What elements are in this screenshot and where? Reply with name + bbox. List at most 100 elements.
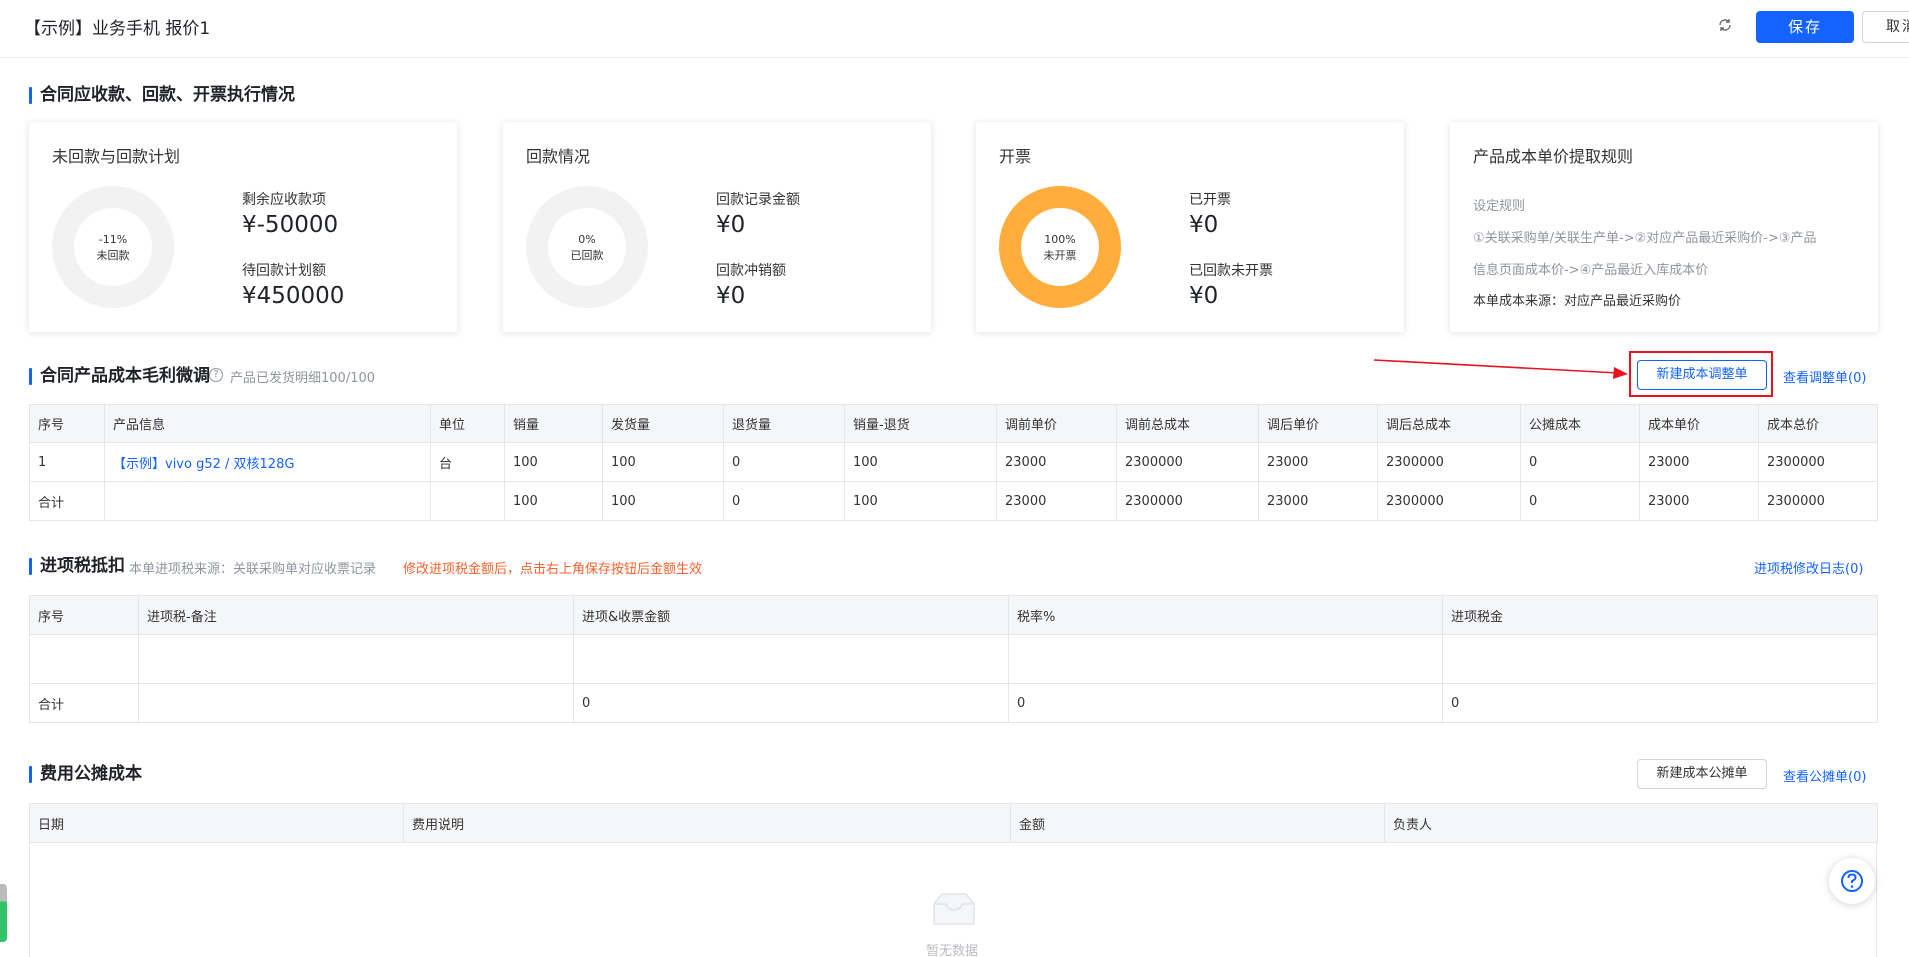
stat-label: 待回款计划额	[242, 263, 326, 279]
table-cell: 100	[504, 442, 603, 482]
donut-label: 未回款	[96, 249, 130, 262]
table-cell: 2300000	[1758, 481, 1878, 521]
column-header: 调前总成本	[1116, 404, 1259, 443]
column-header: 调后单价	[1258, 404, 1378, 443]
stat-label: 已开票	[1189, 192, 1231, 208]
table-header-row: 日期 费用说明 金额 负责人	[29, 803, 1878, 843]
table-cell: 2300000	[1116, 442, 1259, 482]
stat-value: ¥450000	[242, 283, 345, 309]
stat-label: 回款冲销额	[716, 263, 786, 279]
table-cell: 2300000	[1377, 481, 1521, 521]
column-header: 产品信息	[104, 404, 431, 443]
table-cell: 0	[1520, 481, 1640, 521]
table-cell: 23000	[1639, 442, 1759, 482]
stat-value: ¥0	[1189, 212, 1219, 238]
donut-chart: 100% 未开票	[999, 186, 1121, 308]
donut-chart: -11% 未回款	[52, 186, 174, 308]
top-bar: 【示例】业务手机 报价1 保存 取消	[0, 0, 1909, 58]
donut-percent: 100%	[1044, 233, 1076, 246]
card-title: 未回款与回款计划	[52, 147, 181, 166]
donut-chart: 0% 已回款	[526, 186, 648, 308]
column-header: 成本单价	[1639, 404, 1759, 443]
donut-percent: 0%	[578, 233, 596, 246]
table-cell: 0	[723, 442, 845, 482]
table-cell: 23000	[996, 442, 1117, 482]
new-cost-adjustment-button[interactable]: 新建成本调整单	[1637, 360, 1767, 390]
table-cell: 2300000	[1377, 442, 1521, 482]
input-tax-warning: 修改进项税金额后，点击右上角保存按钮后金额生效	[403, 562, 703, 577]
table-total-row: 合计 100 100 0 100 23000 2300000 23000 230…	[29, 481, 1878, 521]
section-title-input-tax: 进项税抵扣	[29, 555, 125, 577]
table-cell: 台	[430, 442, 505, 482]
input-tax-table: 序号 进项税-备注 进项&收票金额 税率% 进项税金 合计 0 0 0	[29, 595, 1878, 723]
table-row: 1 【示例】vivo g52 / 双核128G 台 100 100 0 100 …	[29, 442, 1878, 482]
table-cell: 23000	[1639, 481, 1759, 521]
input-tax-log-link[interactable]: 进项税修改日志(0)	[1754, 558, 1863, 577]
table-cell: 合计	[29, 481, 105, 521]
column-header: 成本总价	[1758, 404, 1878, 443]
section-title-expense-allocation: 费用公摊成本	[29, 763, 142, 785]
table-cell	[430, 481, 505, 521]
save-button[interactable]: 保存	[1756, 11, 1854, 43]
table-cell[interactable]	[138, 634, 574, 684]
table-cell: 100	[844, 481, 997, 521]
table-cell: 0	[1442, 683, 1878, 723]
table-cell: 0	[1520, 442, 1640, 482]
column-header: 序号	[29, 595, 139, 635]
column-header: 进项&收票金额	[573, 595, 1009, 635]
view-allocation-link[interactable]: 查看公摊单(0)	[1783, 766, 1866, 785]
table-cell: 2300000	[1758, 442, 1878, 482]
table-cell[interactable]	[1442, 634, 1878, 684]
column-header: 单位	[430, 404, 505, 443]
view-adjustment-link[interactable]: 查看调整单(0)	[1783, 367, 1866, 386]
column-header: 进项税-备注	[138, 595, 574, 635]
table-cell	[573, 634, 1009, 684]
cancel-button[interactable]: 取消	[1862, 11, 1909, 43]
empty-text: 暂无数据	[926, 944, 979, 957]
stat-value: ¥0	[716, 283, 746, 309]
card-title: 开票	[999, 147, 1032, 166]
table-cell	[1008, 634, 1443, 684]
new-cost-allocation-button[interactable]: 新建成本公摊单	[1637, 759, 1767, 789]
help-float-button[interactable]	[1829, 858, 1875, 904]
column-header: 公摊成本	[1520, 404, 1640, 443]
section-title-cost-margin: 合同产品成本毛利微调	[29, 365, 210, 387]
stat-label: 回款记录金额	[716, 192, 800, 208]
table-cell: 0	[573, 683, 1009, 723]
column-header: 进项税金	[1442, 595, 1878, 635]
table-row	[29, 634, 1878, 684]
table-cell	[138, 683, 574, 723]
table-cell: 23000	[1258, 442, 1378, 482]
table-header-row: 序号 产品信息 单位 销量 发货量 退货量 销量-退货 调前单价 调前总成本 调…	[29, 404, 1878, 443]
table-cell: 23000	[1258, 481, 1378, 521]
table-cell: 100	[602, 442, 724, 482]
side-drawer-handle[interactable]	[0, 884, 7, 942]
expense-table: 日期 费用说明 金额 负责人	[29, 803, 1878, 843]
table-cell: 100	[504, 481, 603, 521]
refresh-icon[interactable]	[1715, 17, 1735, 37]
column-header: 发货量	[602, 404, 724, 443]
stat-value: ¥0	[716, 212, 746, 238]
donut-label: 未开票	[1043, 249, 1077, 262]
column-header: 金额	[1010, 803, 1385, 843]
donut-label: 已回款	[570, 249, 604, 262]
stat-value: ¥0	[1189, 283, 1219, 309]
rule-text: 信息页面成本价->④产品最近入库成本价	[1473, 263, 1709, 278]
rule-text: ①关联采购单/关联生产单->②对应产品最近采购价->③产品	[1473, 231, 1817, 246]
column-header: 序号	[29, 404, 105, 443]
input-tax-source-hint: 本单进项税来源：关联采购单对应收票记录	[129, 562, 377, 577]
empty-box-icon	[933, 893, 975, 925]
card-payment: 回款情况 0% 已回款 回款记录金额 ¥0 回款冲销额 ¥0	[503, 122, 931, 332]
table-cell	[104, 481, 431, 521]
section-title-receivables: 合同应收款、回款、开票执行情况	[29, 84, 295, 106]
shipment-hint: 产品已发货明细100/100	[230, 371, 376, 386]
rule-label: 设定规则	[1473, 199, 1526, 214]
column-header: 退货量	[723, 404, 845, 443]
stat-value: ¥-50000	[242, 212, 339, 238]
product-link[interactable]: 【示例】vivo g52 / 双核128G	[104, 442, 431, 482]
page-title: 【示例】业务手机 报价1	[24, 19, 211, 39]
help-circle-icon[interactable]: ?	[209, 368, 223, 382]
card-invoice: 开票 100% 未开票 已开票 ¥0 已回款未开票 ¥0	[976, 122, 1404, 332]
annotation-arrow	[1373, 359, 1628, 379]
column-header: 负责人	[1384, 803, 1878, 843]
